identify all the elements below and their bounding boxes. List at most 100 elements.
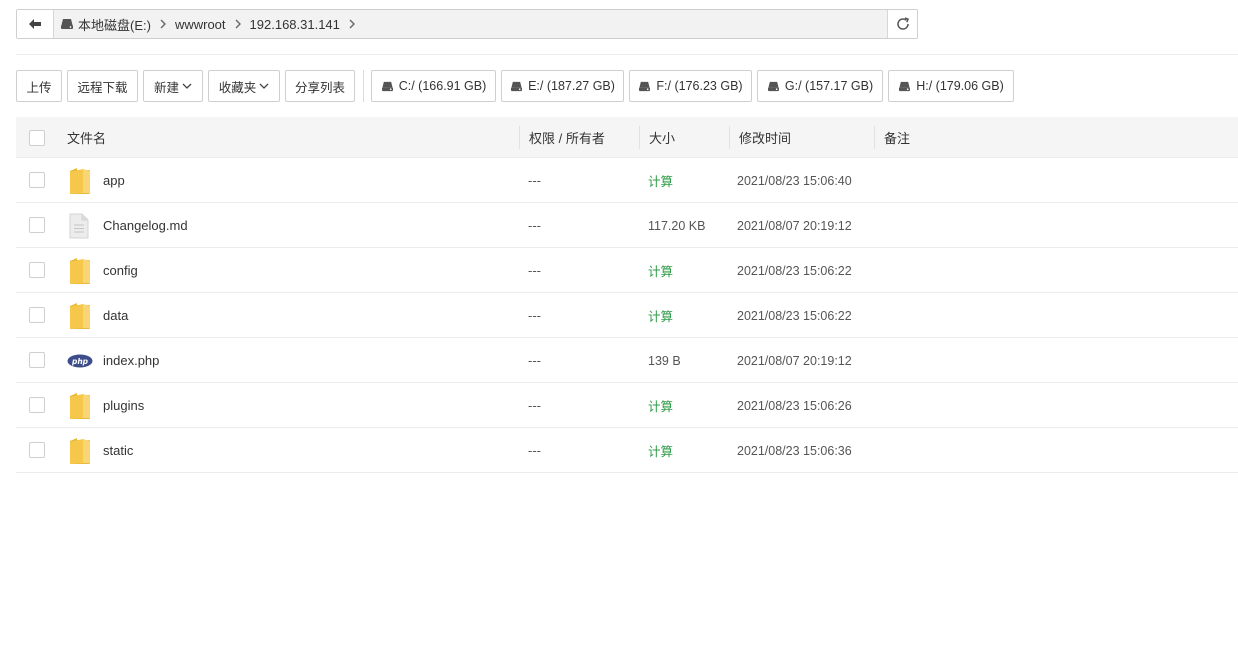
file-name[interactable]: data [103, 293, 128, 338]
row-checkbox[interactable] [29, 307, 45, 323]
back-button[interactable] [17, 10, 54, 38]
remote-download-button[interactable]: 远程下载 [67, 70, 138, 102]
drive-f-button[interactable]: F:/ (176.23 GB) [629, 70, 752, 102]
column-header-perm[interactable]: 权限 / 所有者 [529, 117, 605, 158]
table-row[interactable]: Changelog.md --- 117.20 KB 2021/08/07 20:19… [16, 203, 1238, 248]
svg-text:php: php [71, 357, 89, 366]
row-checkbox[interactable] [29, 262, 45, 278]
column-header-mtime[interactable]: 修改时间 [739, 117, 791, 158]
new-dropdown-button[interactable]: 新建 [143, 70, 203, 102]
file-size[interactable]: 计算 [648, 158, 673, 203]
hdd-icon [510, 81, 523, 92]
crumb-drive[interactable]: 本地磁盘(E:) [60, 15, 151, 34]
drive-e-label: E:/ (187.27 GB) [528, 79, 615, 93]
refresh-icon [896, 17, 909, 30]
folder-icon [69, 158, 91, 203]
crumb-ip-folder[interactable]: 192.168.31.141 [250, 17, 340, 32]
header-divider [16, 54, 1238, 55]
column-separator [519, 126, 520, 149]
chevron-right-icon[interactable] [349, 19, 355, 29]
file-perm[interactable]: --- [528, 203, 541, 248]
file-name[interactable]: plugins [103, 383, 144, 428]
folder-icon [69, 293, 91, 338]
table-row[interactable]: static --- 计算 2021/08/23 15:06:36 [16, 428, 1238, 473]
file-size[interactable]: 计算 [648, 248, 673, 293]
file-size: 117.20 KB [648, 218, 706, 233]
hdd-icon [898, 81, 911, 92]
column-separator [874, 126, 875, 149]
folder-icon [69, 428, 91, 473]
php-icon: php [67, 338, 93, 383]
file-mtime: 2021/08/23 15:06:22 [737, 308, 852, 323]
drive-g-label: G:/ (157.17 GB) [784, 79, 874, 93]
share-list-button[interactable]: 分享列表 [285, 70, 355, 102]
file-name[interactable]: app [103, 158, 125, 203]
file-name[interactable]: static [103, 428, 133, 473]
table-row[interactable]: plugins --- 计算 2021/08/23 15:06:26 [16, 383, 1238, 428]
file-mtime: 2021/08/23 15:06:22 [737, 263, 852, 278]
file-size[interactable]: 计算 [648, 293, 673, 338]
crumb-wwwroot-label: wwwroot [174, 16, 226, 32]
arrow-left-icon [29, 19, 41, 29]
row-checkbox[interactable] [29, 172, 45, 188]
select-all-checkbox[interactable] [29, 130, 45, 146]
chevron-down-icon [259, 83, 269, 89]
drive-f-label: F:/ (176.23 GB) [656, 79, 743, 93]
file-name[interactable]: Changelog.md [103, 203, 188, 248]
row-checkbox[interactable] [29, 352, 45, 368]
file-size[interactable]: 计算 [648, 428, 673, 473]
file-perm[interactable]: --- [528, 158, 541, 203]
table-row[interactable]: php index.php --- 139 B 2021/08/07 20:19:12 [16, 338, 1238, 383]
hdd-icon [767, 81, 780, 92]
row-checkbox[interactable] [29, 217, 45, 233]
table-row[interactable]: data --- 计算 2021/08/23 15:06:22 [16, 293, 1238, 338]
column-header-perm-label: 权限 / 所有者 [529, 131, 605, 146]
drive-c-label: C:/ (166.91 GB) [398, 79, 487, 93]
row-checkbox[interactable] [29, 397, 45, 413]
file-mtime: 2021/08/23 15:06:36 [737, 443, 852, 458]
file-perm[interactable]: --- [528, 428, 541, 473]
hdd-icon [638, 81, 651, 92]
column-header-name-label: 文件名 [67, 131, 107, 146]
column-header-note: 备注 [884, 117, 910, 158]
toolbar: 上传 远程下载 新建 收藏夹 分享列表 C:/ (166.91 GB) E:/ … [16, 70, 1019, 102]
column-header-mtime-label: 修改时间 [739, 131, 792, 146]
drive-e-button[interactable]: E:/ (187.27 GB) [501, 70, 624, 102]
crumb-wwwroot[interactable]: wwwroot [175, 17, 226, 32]
new-label: 新建 [153, 80, 179, 95]
column-header-name[interactable]: 文件名 [67, 117, 106, 158]
file-perm[interactable]: --- [528, 248, 541, 293]
column-separator [639, 126, 640, 149]
file-size: 139 B [648, 353, 681, 368]
table-row[interactable]: config --- 计算 2021/08/23 15:06:22 [16, 248, 1238, 293]
upload-button-label: 上传 [26, 80, 52, 95]
file-size[interactable]: 计算 [648, 383, 673, 428]
upload-button[interactable]: 上传 [16, 70, 62, 102]
file-icon [69, 203, 89, 248]
remote-download-label: 远程下载 [77, 80, 128, 95]
file-perm[interactable]: --- [528, 293, 541, 338]
file-mtime: 2021/08/23 15:06:40 [737, 173, 852, 188]
favorites-dropdown-button[interactable]: 收藏夹 [208, 70, 280, 102]
chevron-right-icon [235, 19, 241, 29]
file-mtime: 2021/08/07 20:19:12 [737, 218, 852, 233]
breadcrumb: 本地磁盘(E:) wwwroot 192.168.31.141 [54, 10, 887, 38]
file-name[interactable]: index.php [103, 338, 159, 383]
share-list-label: 分享列表 [294, 80, 345, 95]
table-row[interactable]: app --- 计算 2021/08/23 15:06:40 [16, 158, 1238, 203]
drive-h-label: H:/ (179.06 GB) [916, 79, 1004, 93]
file-name[interactable]: config [103, 248, 138, 293]
drive-c-button[interactable]: C:/ (166.91 GB) [371, 70, 496, 102]
column-header-note-label: 备注 [884, 131, 911, 146]
drive-h-button[interactable]: H:/ (179.06 GB) [888, 70, 1014, 102]
file-perm[interactable]: --- [528, 338, 541, 383]
file-perm[interactable]: --- [528, 383, 541, 428]
chevron-down-icon [182, 83, 192, 89]
row-checkbox[interactable] [29, 442, 45, 458]
column-header-size[interactable]: 大小 [649, 117, 675, 158]
hdd-icon [381, 81, 394, 92]
toolbar-separator [363, 70, 364, 102]
drive-g-button[interactable]: G:/ (157.17 GB) [757, 70, 883, 102]
folder-icon [69, 383, 91, 428]
refresh-button[interactable] [887, 10, 917, 38]
